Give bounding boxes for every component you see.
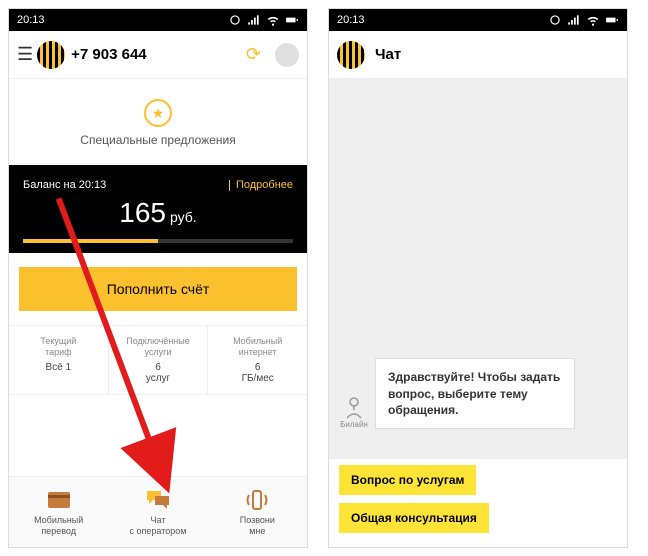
status-icons bbox=[548, 13, 619, 27]
signal-icon bbox=[567, 13, 581, 27]
bottom-nav: Мобильныйперевод Чатс оператором Позвони… bbox=[9, 476, 307, 547]
status-time: 20:13 bbox=[337, 14, 365, 26]
chat-icon bbox=[112, 489, 203, 511]
balance-card: Баланс на 20:13 Подробнее 165руб. bbox=[9, 165, 307, 253]
chip-container: Вопрос по услугам Общая консультация bbox=[329, 459, 627, 547]
phone-number[interactable]: +7 903 644 bbox=[71, 46, 232, 63]
topup-button[interactable]: Пополнить счёт bbox=[19, 267, 297, 311]
offers-label: Специальные предложения bbox=[9, 133, 307, 147]
nav-callme[interactable]: Позвонимне bbox=[208, 477, 307, 547]
message-bubble: Здравствуйте! Чтобы задать вопрос, выбер… bbox=[375, 358, 575, 429]
status-bar: 20:13 bbox=[9, 9, 307, 31]
balance-more-link[interactable]: Подробнее bbox=[229, 179, 293, 191]
tariff-cell[interactable]: Текущийтариф Всё 1 bbox=[9, 326, 109, 394]
operator-avatar: Билайн bbox=[339, 396, 369, 429]
signal-icon bbox=[247, 13, 261, 27]
message-row: Билайн Здравствуйте! Чтобы задать вопрос… bbox=[339, 358, 617, 429]
battery-icon bbox=[605, 13, 619, 27]
chip-general-consult[interactable]: Общая консультация bbox=[339, 503, 489, 533]
beeline-logo-icon bbox=[337, 41, 365, 69]
alarm-icon bbox=[548, 13, 562, 27]
chat-header: Чат bbox=[329, 31, 627, 79]
status-time: 20:13 bbox=[17, 14, 45, 26]
phone-chat: 20:13 Чат Билайн Здравствуйте! Чтобы зад… bbox=[328, 8, 628, 548]
status-bar: 20:13 bbox=[329, 9, 627, 31]
phone-vibrate-icon bbox=[212, 489, 303, 511]
refresh-icon[interactable]: ⟳ bbox=[246, 44, 261, 65]
nav-transfer[interactable]: Мобильныйперевод bbox=[9, 477, 108, 547]
nav-chat[interactable]: Чатс оператором bbox=[108, 477, 207, 547]
chat-body: Билайн Здравствуйте! Чтобы задать вопрос… bbox=[329, 79, 627, 459]
star-icon: ★ bbox=[144, 99, 172, 127]
wifi-icon bbox=[586, 13, 600, 27]
internet-cell[interactable]: Мобильныйинтернет 6ГБ/мес bbox=[208, 326, 307, 394]
battery-icon bbox=[285, 13, 299, 27]
info-row: Текущийтариф Всё 1 Подключённыеуслуги 6у… bbox=[9, 325, 307, 395]
services-cell[interactable]: Подключённыеуслуги 6услуг bbox=[109, 326, 209, 394]
balance-progress bbox=[23, 239, 293, 243]
wifi-icon bbox=[266, 13, 280, 27]
app-header: ☰ +7 903 644 ⟳ bbox=[9, 31, 307, 79]
beeline-logo-icon bbox=[37, 41, 65, 69]
menu-icon[interactable]: ☰ bbox=[17, 44, 33, 65]
special-offers[interactable]: ★ Специальные предложения bbox=[9, 79, 307, 165]
phone-main: 20:13 ☰ +7 903 644 ⟳ ★ Специальные предл… bbox=[8, 8, 308, 548]
status-icons bbox=[228, 13, 299, 27]
wallet-icon bbox=[13, 489, 104, 511]
chip-services-question[interactable]: Вопрос по услугам bbox=[339, 465, 476, 495]
balance-amount: 165руб. bbox=[23, 197, 293, 229]
chat-title: Чат bbox=[371, 46, 401, 63]
chat-bubble-icon[interactable] bbox=[275, 43, 299, 67]
balance-label: Баланс на 20:13 bbox=[23, 179, 106, 191]
alarm-icon bbox=[228, 13, 242, 27]
